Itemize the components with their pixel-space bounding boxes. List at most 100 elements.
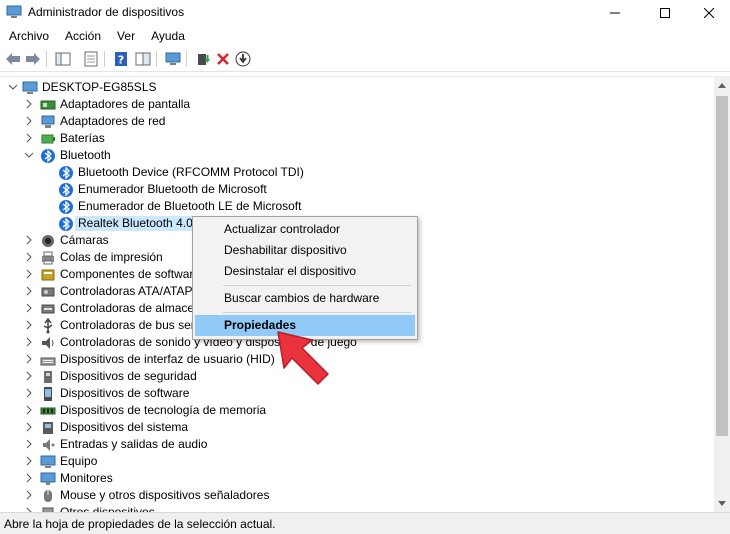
tree-item-label: Enumerador Bluetooth de Microsoft <box>78 182 267 196</box>
system-device-icon <box>43 422 53 434</box>
tree-category-item[interactable]: Baterías <box>0 130 714 147</box>
hid-icon <box>40 357 56 366</box>
close-button[interactable] <box>686 0 730 26</box>
tree-item-label: Dispositivos de interfaz de usuario (HID… <box>60 352 275 366</box>
tree-item-label: Controladoras ATA/ATAPI I <box>60 284 203 298</box>
chevron-right-icon[interactable] <box>24 473 34 483</box>
menu-disable-device[interactable]: Deshabilitar dispositivo <box>195 240 415 261</box>
other-device-icon <box>42 507 54 512</box>
tree-category-item[interactable]: Adaptadores de red <box>0 113 714 130</box>
security-device-icon <box>44 371 52 383</box>
printer-icon <box>42 251 54 265</box>
tree-category-item[interactable]: Adaptadores de pantalla <box>0 96 714 113</box>
tree-category-item[interactable]: Dispositivos de seguridad <box>0 368 714 385</box>
chevron-right-icon[interactable] <box>24 269 34 279</box>
title-bar: Administrador de dispositivos <box>0 0 730 26</box>
tree-item-label: Adaptadores de pantalla <box>60 97 191 111</box>
tree-item-label: Componentes de software <box>60 267 201 281</box>
chevron-right-icon[interactable] <box>24 133 34 143</box>
menu-ver[interactable]: Ver <box>109 26 143 46</box>
battery-icon <box>41 134 55 144</box>
menu-accion[interactable]: Acción <box>57 26 109 46</box>
tree-item-label: Controladoras de bus serie <box>60 318 205 332</box>
chevron-right-icon[interactable] <box>24 320 34 330</box>
menu-ayuda[interactable]: Ayuda <box>143 26 193 46</box>
tree-category-item[interactable]: Monitores <box>0 470 714 487</box>
menu-archivo[interactable]: Archivo <box>0 26 57 46</box>
chevron-right-icon[interactable] <box>24 303 34 313</box>
monitor-scan-icon <box>165 52 181 65</box>
tree-device-item[interactable]: Bluetooth Device (RFCOMM Protocol TDI) <box>0 164 714 181</box>
forward-button[interactable] <box>24 50 42 68</box>
chevron-down-icon[interactable] <box>24 150 34 160</box>
update-driver-button[interactable] <box>194 50 212 68</box>
chevron-right-icon[interactable] <box>24 116 34 126</box>
console-tree-icon <box>55 52 71 66</box>
chevron-right-icon[interactable] <box>24 371 34 381</box>
maximize-button[interactable] <box>642 0 688 26</box>
menu-scan-hardware[interactable]: Buscar cambios de hardware <box>195 288 415 309</box>
tree-root[interactable]: DESKTOP-EG85SLS <box>0 79 714 96</box>
maximize-icon <box>660 8 670 18</box>
menu-update-driver[interactable]: Actualizar controlador <box>195 219 415 240</box>
chevron-right-icon[interactable] <box>24 439 34 449</box>
tree-item-label: Bluetooth Device (RFCOMM Protocol TDI) <box>78 165 304 179</box>
network-adapter-icon <box>41 115 55 128</box>
close-icon <box>704 8 714 18</box>
back-arrow-icon <box>6 53 20 65</box>
uninstall-button[interactable] <box>214 50 232 68</box>
scroll-down-button[interactable] <box>714 495 730 512</box>
status-bar: Abre la hoja de propiedades de la selecc… <box>0 512 730 534</box>
tree-item-label: Entradas y salidas de audio <box>60 437 208 451</box>
display-adapter-icon <box>40 100 56 110</box>
chevron-down-icon[interactable] <box>8 82 18 92</box>
scan-hardware-button[interactable] <box>164 50 182 68</box>
toolbar: ? <box>0 46 730 72</box>
chevron-right-icon[interactable] <box>24 354 34 364</box>
chevron-right-icon[interactable] <box>24 99 34 109</box>
chevron-right-icon[interactable] <box>24 235 34 245</box>
tree-category-item[interactable]: Dispositivos del sistema <box>0 419 714 436</box>
download-driver-button[interactable] <box>234 50 252 68</box>
tree-item-label: Enumerador de Bluetooth LE de Microsoft <box>78 199 302 213</box>
bluetooth-icon <box>59 200 73 214</box>
tree-item-label: Equipo <box>60 454 98 468</box>
tree-device-item[interactable]: Enumerador Bluetooth de Microsoft <box>0 181 714 198</box>
scroll-up-button[interactable] <box>714 76 730 93</box>
show-hide-console-button[interactable] <box>54 50 72 68</box>
tree-device-item[interactable]: Enumerador de Bluetooth LE de Microsoft <box>0 198 714 215</box>
tree-category-item[interactable]: Dispositivos de software <box>0 385 714 402</box>
tree-item-label: Dispositivos de tecnología de memoria <box>60 403 267 417</box>
tree-category-item[interactable]: Otros dispositivos <box>0 504 714 512</box>
vertical-scrollbar[interactable] <box>714 76 730 512</box>
tree-category-item[interactable]: Bluetooth <box>0 147 714 164</box>
scrollbar-thumb[interactable] <box>716 96 728 436</box>
menu-uninstall-device[interactable]: Desinstalar el dispositivo <box>195 261 415 282</box>
minimize-button[interactable] <box>592 0 638 26</box>
properties-toolbar-button[interactable] <box>82 50 100 68</box>
tree-root-label: DESKTOP-EG85SLS <box>42 80 157 94</box>
chevron-right-icon[interactable] <box>24 286 34 296</box>
tree-category-item[interactable]: Entradas y salidas de audio <box>0 436 714 453</box>
tree-item-label: Colas de impresión <box>60 250 163 264</box>
download-circle-icon <box>235 51 251 67</box>
help-button[interactable]: ? <box>112 50 130 68</box>
tree-item-label: Dispositivos del sistema <box>60 420 189 434</box>
chevron-right-icon[interactable] <box>24 456 34 466</box>
chevron-right-icon[interactable] <box>24 337 34 347</box>
chevron-right-icon[interactable] <box>24 252 34 262</box>
chevron-right-icon[interactable] <box>24 490 34 500</box>
chevron-right-icon[interactable] <box>24 405 34 415</box>
back-button[interactable] <box>4 50 22 68</box>
tree-category-item[interactable]: Dispositivos de tecnología de memoria <box>0 402 714 419</box>
chevron-right-icon[interactable] <box>24 388 34 398</box>
tree-category-item[interactable]: Equipo <box>0 453 714 470</box>
scroll-down-icon <box>718 500 726 506</box>
view-toolbar-button[interactable] <box>134 50 152 68</box>
tree-item-label: Cámaras <box>60 233 109 247</box>
bluetooth-icon <box>41 149 55 163</box>
tree-item-label: Otros dispositivos <box>60 505 155 512</box>
chevron-right-icon[interactable] <box>24 422 34 432</box>
tree-category-item[interactable]: Mouse y otros dispositivos señaladores <box>0 487 714 504</box>
tree-category-item[interactable]: Dispositivos de interfaz de usuario (HID… <box>0 351 714 368</box>
